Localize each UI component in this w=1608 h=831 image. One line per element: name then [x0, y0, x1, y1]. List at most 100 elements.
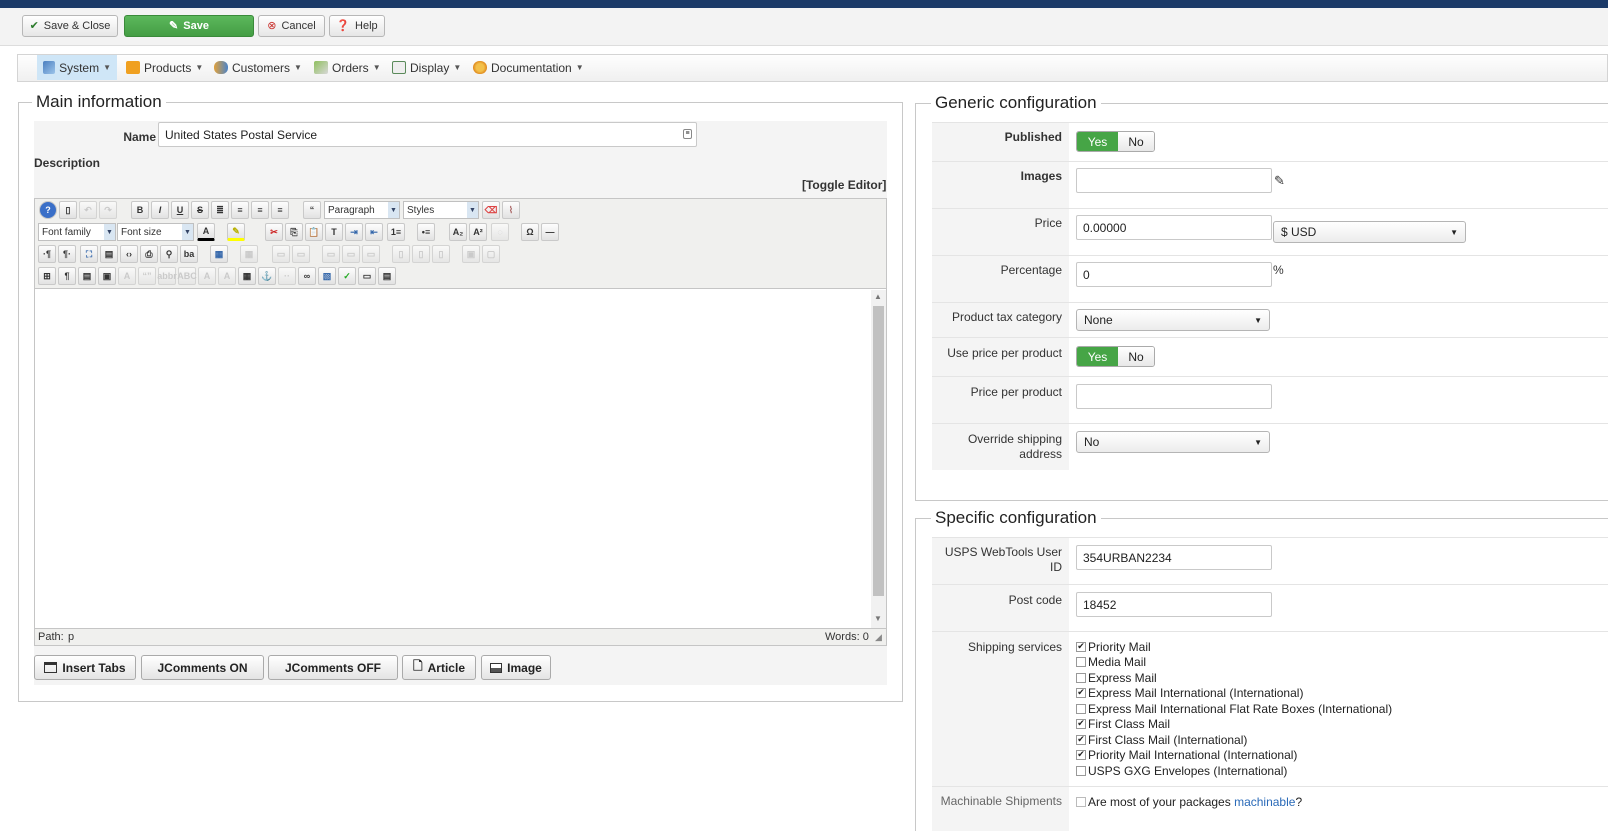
nonbreaking-icon[interactable]: ·· [278, 267, 296, 285]
anchor-icon[interactable]: ⚓ [258, 267, 276, 285]
readmore-icon[interactable]: ▤ [378, 267, 396, 285]
italic-icon[interactable]: I [151, 201, 169, 219]
checkbox[interactable] [1076, 765, 1086, 776]
copy-icon[interactable]: ⎘ [285, 223, 303, 241]
checkbox-checked[interactable]: ✔ [1076, 718, 1086, 729]
highlight-color-icon[interactable]: ✎ [227, 223, 245, 241]
acronym-icon[interactable]: ABC [177, 267, 197, 285]
override-shipping-select[interactable]: No ▼ [1076, 431, 1270, 453]
jcomments-on-button[interactable]: JComments ON [141, 655, 264, 680]
path-value[interactable]: p [68, 631, 74, 643]
checkbox[interactable] [1076, 796, 1086, 807]
row-delete-icon[interactable]: ▭ [362, 245, 380, 263]
machinable-link[interactable]: machinable [1234, 795, 1295, 809]
scrollbar-thumb[interactable] [873, 306, 884, 596]
tax-category-select[interactable]: None ▼ [1076, 309, 1270, 331]
insert-table-icon[interactable]: ▦ [210, 245, 228, 263]
fullscreen-icon[interactable]: ⛶ [80, 245, 98, 263]
service-option[interactable]: Media Mail [1076, 654, 1146, 669]
styles-select[interactable]: Styles ▼ [403, 201, 479, 219]
align-right-icon[interactable]: ≡ [271, 201, 289, 219]
delete-table-icon[interactable]: ▦ [240, 245, 258, 263]
col-before-icon[interactable]: ▯ [392, 245, 410, 263]
checkbox-checked[interactable]: ✔ [1076, 641, 1086, 652]
link-icon[interactable]: ∞ [298, 267, 316, 285]
pencil-icon[interactable]: ✎ [1274, 173, 1285, 189]
service-option[interactable]: USPS GXG Envelopes (International) [1076, 763, 1287, 778]
price-per-product-input[interactable] [1076, 384, 1272, 409]
visual-aid-icon[interactable]: ⊞ [38, 267, 56, 285]
published-no[interactable]: No [1118, 132, 1154, 151]
align-center-icon[interactable]: ≡ [231, 201, 249, 219]
strikethrough-icon[interactable]: S [191, 201, 209, 219]
service-option[interactable]: ✔ Priority Mail International (Internatio… [1076, 747, 1297, 762]
published-toggle[interactable]: Yes No [1076, 131, 1155, 152]
price-input[interactable]: 0.00000 [1076, 215, 1272, 240]
use-ppp-yes[interactable]: Yes [1077, 347, 1118, 366]
machinable-option[interactable]: Are most of your packages machinable ? [1076, 794, 1302, 809]
text-color-icon[interactable]: A [197, 223, 215, 241]
insert-layer-icon[interactable]: ▤ [78, 267, 96, 285]
resize-handle-icon[interactable]: ◢ [875, 632, 882, 643]
page-break-icon[interactable]: ▭ [358, 267, 376, 285]
indent-icon[interactable]: ⇥ [345, 223, 363, 241]
superscript-icon[interactable]: A² [469, 223, 487, 241]
jcomments-off-button[interactable]: JComments OFF [268, 655, 398, 680]
rtl-icon[interactable]: ¶· [58, 245, 76, 263]
replace-icon[interactable]: ba [180, 245, 198, 263]
blockquote-icon[interactable]: “ [303, 201, 321, 219]
save-close-button[interactable]: ✔ Save & Close [22, 15, 118, 37]
cut-icon[interactable]: ✂ [265, 223, 283, 241]
save-button[interactable]: ✎ Save [124, 15, 254, 37]
find-icon[interactable]: ⚲ [160, 245, 178, 263]
currency-select[interactable]: $ USD ▼ [1273, 221, 1466, 243]
undo-icon[interactable]: ↶ [79, 201, 97, 219]
cancel-button[interactable]: ⊗ Cancel [258, 15, 325, 37]
service-option[interactable]: Express Mail [1076, 670, 1157, 685]
col-delete-icon[interactable]: ▯ [432, 245, 450, 263]
merge-cells-icon[interactable]: ▣ [462, 245, 480, 263]
redo-icon[interactable]: ↷ [99, 201, 117, 219]
abbr-icon[interactable]: abbr [157, 267, 177, 285]
row-props-icon[interactable]: ▭ [342, 245, 360, 263]
row-insert-icon[interactable]: ▭ [322, 245, 340, 263]
underline-icon[interactable]: U [171, 201, 189, 219]
editor-scrollbar[interactable]: ▲ ▼ [871, 290, 886, 628]
image-button[interactable]: Image [481, 655, 551, 680]
menu-orders[interactable]: Orders ▼ [308, 55, 387, 80]
checkbox[interactable] [1076, 656, 1086, 667]
checkbox-checked[interactable]: ✔ [1076, 687, 1086, 698]
insert-text-icon[interactable]: A [218, 267, 236, 285]
style-props-icon[interactable]: A [118, 267, 136, 285]
service-option[interactable]: ✔ Express Mail International (Internation… [1076, 685, 1303, 700]
scroll-down-icon[interactable]: ▼ [874, 614, 882, 623]
row-before-icon[interactable]: ▭ [272, 245, 290, 263]
checkbox-checked[interactable]: ✔ [1076, 749, 1086, 760]
eraser-icon[interactable]: ⌫ [482, 201, 500, 219]
cite-icon[interactable]: “” [138, 267, 156, 285]
delete-text-icon[interactable]: A [198, 267, 216, 285]
use-ppp-no[interactable]: No [1118, 347, 1154, 366]
subscript-icon[interactable]: A₂ [449, 223, 467, 241]
paste-text-icon[interactable]: T [325, 223, 343, 241]
menu-products[interactable]: Products ▼ [120, 55, 209, 80]
font-family-select[interactable]: Font family ▼ [38, 223, 116, 241]
paragraph-format-select[interactable]: Paragraph ▼ [324, 201, 400, 219]
checkbox-checked[interactable]: ✔ [1076, 734, 1086, 745]
help-button[interactable]: ❓ Help [329, 15, 385, 37]
template-icon[interactable]: ▤ [100, 245, 118, 263]
numbered-list-icon[interactable]: 1≡ [387, 223, 405, 241]
menu-documentation[interactable]: Documentation ▼ [467, 55, 590, 80]
align-justify-icon[interactable]: ≣ [211, 201, 229, 219]
split-cells-icon[interactable]: ▢ [482, 245, 500, 263]
name-input[interactable]: United States Postal Service ≡ [158, 122, 697, 147]
paste-icon[interactable]: 📋 [305, 223, 323, 241]
service-option[interactable]: Express Mail International Flat Rate Box… [1076, 701, 1392, 716]
source-code-icon[interactable]: ‹› [120, 245, 138, 263]
row-after-icon[interactable]: ▭ [292, 245, 310, 263]
image-icon[interactable]: ▧ [318, 267, 336, 285]
insert-tabs-button[interactable]: Insert Tabs [34, 655, 136, 680]
service-option[interactable]: ✔ First Class Mail [1076, 716, 1170, 731]
percentage-input[interactable]: 0 [1076, 262, 1272, 287]
usps-user-id-input[interactable]: 354URBAN2234 [1076, 545, 1272, 570]
